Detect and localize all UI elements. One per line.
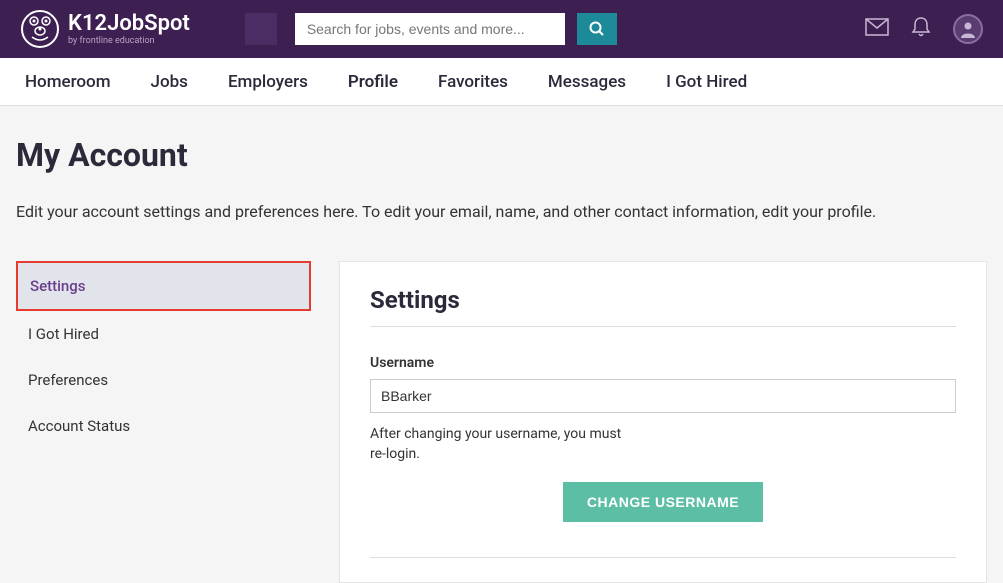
- nav-jobs[interactable]: Jobs: [151, 72, 188, 92]
- settings-layout: Settings I Got Hired Preferences Account…: [16, 261, 987, 583]
- logo-sub-text: by frontline education: [68, 37, 190, 46]
- nav-messages[interactable]: Messages: [548, 72, 626, 92]
- top-header: K12JobSpot by frontline education: [0, 0, 1003, 58]
- username-input[interactable]: [370, 379, 956, 413]
- avatar[interactable]: [953, 14, 983, 44]
- search-icon: [589, 21, 605, 37]
- page-title: My Account: [16, 136, 987, 174]
- logo-main-text: K12JobSpot: [68, 13, 190, 35]
- nav-favorites[interactable]: Favorites: [438, 72, 508, 92]
- username-help-text: After changing your username, you must r…: [370, 425, 640, 464]
- section-divider: [370, 557, 956, 558]
- content: My Account Edit your account settings an…: [0, 106, 1003, 583]
- logo-icon: [20, 9, 60, 49]
- settings-panel: Settings Username After changing your us…: [339, 261, 987, 583]
- username-label: Username: [370, 355, 956, 371]
- nav-i-got-hired[interactable]: I Got Hired: [666, 72, 747, 92]
- nav-profile[interactable]: Profile: [348, 72, 398, 92]
- nav-employers[interactable]: Employers: [228, 72, 308, 92]
- sidebar-item-account-status[interactable]: Account Status: [16, 403, 311, 449]
- search-input[interactable]: [295, 13, 565, 45]
- search-button[interactable]: [577, 13, 617, 45]
- header-right: [865, 14, 983, 44]
- sidebar-item-preferences[interactable]: Preferences: [16, 357, 311, 403]
- app-menu-button[interactable]: [245, 13, 277, 45]
- sidebar-item-i-got-hired[interactable]: I Got Hired: [16, 311, 311, 357]
- nav-homeroom[interactable]: Homeroom: [25, 72, 111, 92]
- logo-text: K12JobSpot by frontline education: [68, 13, 190, 46]
- panel-title: Settings: [370, 286, 956, 327]
- change-username-button[interactable]: CHANGE USERNAME: [563, 482, 763, 522]
- logo[interactable]: K12JobSpot by frontline education: [20, 9, 190, 49]
- page-description: Edit your account settings and preferenc…: [16, 202, 987, 221]
- sidebar-item-settings[interactable]: Settings: [16, 261, 311, 311]
- bell-icon[interactable]: [911, 16, 931, 42]
- user-icon: [959, 20, 977, 38]
- mail-icon[interactable]: [865, 18, 889, 40]
- search-container: [295, 13, 617, 45]
- main-nav: Homeroom Jobs Employers Profile Favorite…: [0, 58, 1003, 106]
- settings-sidebar: Settings I Got Hired Preferences Account…: [16, 261, 311, 583]
